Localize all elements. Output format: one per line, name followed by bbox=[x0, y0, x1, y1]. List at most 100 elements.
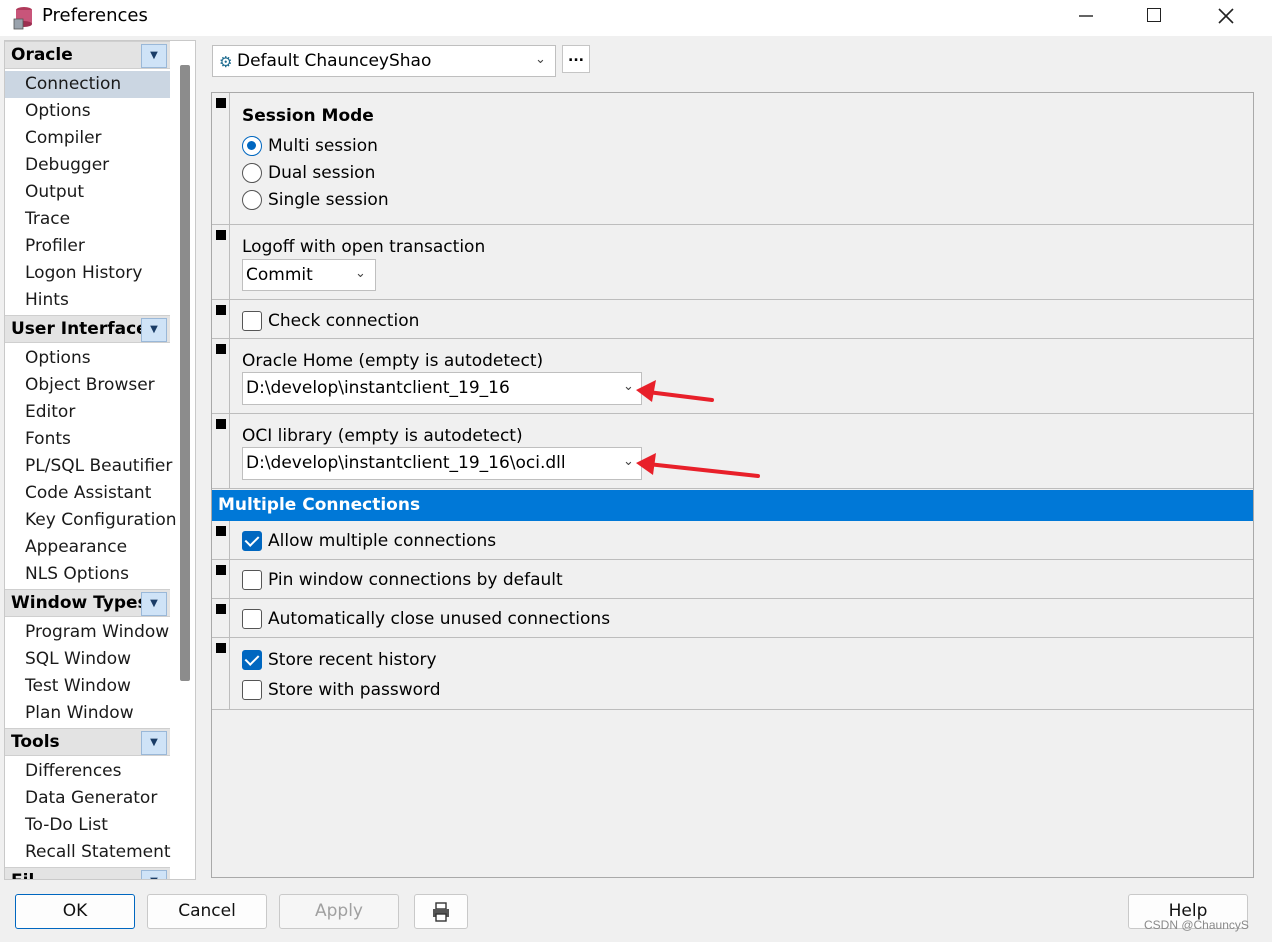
sidebar-item-todo-list[interactable]: To-Do List bbox=[5, 812, 170, 839]
logoff-select[interactable]: Commit ⌄ bbox=[242, 259, 376, 291]
checkbox-label: Store with password bbox=[268, 680, 441, 700]
logoff-label: Logoff with open transaction bbox=[242, 237, 486, 257]
oracle-home-value: D:\develop\instantclient_19_16 bbox=[246, 378, 510, 398]
collapse-icon[interactable]: ▼ bbox=[141, 44, 167, 68]
section-marker bbox=[216, 344, 226, 354]
sidebar-item-sql-window[interactable]: SQL Window bbox=[5, 646, 170, 673]
print-button[interactable] bbox=[414, 894, 468, 929]
sidebar-scrollbar[interactable] bbox=[180, 65, 190, 681]
sidebar-item-recall-statement[interactable]: Recall Statement bbox=[5, 839, 171, 866]
sidebar-item-test-window[interactable]: Test Window bbox=[5, 673, 170, 700]
section-marker bbox=[216, 419, 226, 429]
sidebar-item-key-configuration[interactable]: Key Configuration bbox=[5, 507, 177, 534]
annotation-arrow-icon bbox=[636, 380, 714, 402]
category-user-interface[interactable]: User Interface ▼ bbox=[5, 315, 170, 343]
apply-button[interactable]: Apply bbox=[279, 894, 399, 929]
radio-multi-session[interactable]: Multi session bbox=[242, 133, 378, 159]
sidebar-item-output[interactable]: Output bbox=[5, 179, 170, 206]
title-bar: Preferences bbox=[0, 0, 1272, 36]
oci-library-value: D:\develop\instantclient_19_16\oci.dll bbox=[246, 453, 566, 473]
auto-close-section: Automatically close unused connections bbox=[212, 599, 1253, 638]
checkbox-label: Automatically close unused connections bbox=[268, 609, 611, 629]
sidebar-item-data-generator[interactable]: Data Generator bbox=[5, 785, 170, 812]
sidebar-item-plan-window[interactable]: Plan Window bbox=[5, 700, 170, 727]
sidebar-item-nls-options[interactable]: NLS Options bbox=[5, 561, 170, 588]
close-icon bbox=[1218, 8, 1234, 24]
maximize-icon bbox=[1147, 8, 1161, 22]
checkbox-icon bbox=[242, 531, 262, 551]
sidebar-item-hints[interactable]: Hints bbox=[5, 287, 170, 314]
sidebar-item-compiler[interactable]: Compiler bbox=[5, 125, 170, 152]
section-marker bbox=[216, 305, 226, 315]
sidebar-item-appearance[interactable]: Appearance bbox=[5, 534, 170, 561]
cancel-button[interactable]: Cancel bbox=[147, 894, 267, 929]
oracle-home-combo[interactable]: D:\develop\instantclient_19_16 ⌄ bbox=[242, 372, 642, 405]
oci-library-label: OCI library (empty is autodetect) bbox=[242, 426, 523, 446]
category-label: Oracle bbox=[11, 45, 73, 65]
collapse-icon[interactable]: ▼ bbox=[141, 318, 167, 342]
category-tools[interactable]: Tools ▼ bbox=[5, 728, 170, 756]
watermark: CSDN @ChauncyS bbox=[1144, 918, 1249, 932]
sidebar-item-connection[interactable]: Connection bbox=[5, 71, 170, 98]
radio-icon bbox=[242, 163, 262, 183]
connection-icon: ⚙ bbox=[219, 53, 233, 71]
checkbox-icon bbox=[242, 680, 262, 700]
sidebar-item-plsql-beautifier[interactable]: PL/SQL Beautifier bbox=[5, 453, 172, 480]
section-marker bbox=[216, 565, 226, 575]
check-connection-section: Check connection bbox=[212, 300, 1253, 339]
oracle-home-section: Oracle Home (empty is autodetect) D:\dev… bbox=[212, 339, 1253, 414]
section-marker bbox=[216, 230, 226, 240]
sidebar-item-ui-options[interactable]: Options bbox=[5, 345, 170, 372]
category-label: User Interface bbox=[11, 319, 148, 339]
connection-select[interactable]: ⚙ Default ChaunceyShao ⌄ bbox=[212, 45, 556, 77]
sidebar-item-program-window[interactable]: Program Window bbox=[5, 619, 170, 646]
annotation-arrow-icon bbox=[636, 453, 760, 478]
sidebar-item-fonts[interactable]: Fonts bbox=[5, 426, 170, 453]
history-section: Store recent history Store with password bbox=[212, 638, 1253, 710]
sidebar-item-editor[interactable]: Editor bbox=[5, 399, 170, 426]
check-connection-checkbox[interactable]: Check connection bbox=[242, 308, 419, 334]
allow-multiple-section: Allow multiple connections bbox=[212, 521, 1253, 560]
sidebar-item-differences[interactable]: Differences bbox=[5, 758, 170, 785]
close-button[interactable] bbox=[1190, 0, 1262, 32]
sidebar-item-trace[interactable]: Trace bbox=[5, 206, 170, 233]
category-oracle[interactable]: Oracle ▼ bbox=[5, 41, 170, 69]
pin-window-checkbox[interactable]: Pin window connections by default bbox=[242, 567, 563, 593]
sidebar-item-profiler[interactable]: Profiler bbox=[5, 233, 170, 260]
auto-close-checkbox[interactable]: Automatically close unused connections bbox=[242, 606, 610, 632]
radio-icon bbox=[242, 190, 262, 210]
sidebar-item-code-assistant[interactable]: Code Assistant bbox=[5, 480, 170, 507]
radio-icon bbox=[242, 136, 262, 156]
collapse-icon[interactable]: ▼ bbox=[141, 870, 167, 879]
checkbox-label: Check connection bbox=[268, 311, 420, 331]
sidebar-item-options[interactable]: Options bbox=[5, 98, 170, 125]
pin-window-section: Pin window connections by default bbox=[212, 560, 1253, 599]
radio-dual-session[interactable]: Dual session bbox=[242, 160, 375, 186]
connection-more-button[interactable]: ... bbox=[562, 45, 590, 73]
category-files[interactable]: Fil ▼ bbox=[5, 867, 170, 879]
database-app-icon bbox=[13, 7, 32, 30]
window-title: Preferences bbox=[42, 5, 148, 26]
collapse-icon[interactable]: ▼ bbox=[141, 731, 167, 755]
sidebar-item-logon-history[interactable]: Logon History bbox=[5, 260, 170, 287]
collapse-icon[interactable]: ▼ bbox=[141, 592, 167, 616]
store-password-checkbox[interactable]: Store with password bbox=[242, 677, 441, 703]
category-window-types[interactable]: Window Types ▼ bbox=[5, 589, 170, 617]
oci-library-combo[interactable]: D:\develop\instantclient_19_16\oci.dll ⌄ bbox=[242, 447, 642, 480]
category-label: Fil bbox=[11, 871, 34, 879]
allow-multiple-checkbox[interactable]: Allow multiple connections bbox=[242, 528, 496, 554]
sidebar-item-debugger[interactable]: Debugger bbox=[5, 152, 170, 179]
checkbox-icon bbox=[242, 609, 262, 629]
oracle-home-label: Oracle Home (empty is autodetect) bbox=[242, 351, 544, 371]
sidebar-item-object-browser[interactable]: Object Browser bbox=[5, 372, 170, 399]
chevron-down-icon: ⌄ bbox=[535, 52, 546, 67]
maximize-button[interactable] bbox=[1118, 0, 1190, 32]
checkbox-label: Pin window connections by default bbox=[268, 570, 563, 590]
radio-single-session[interactable]: Single session bbox=[242, 187, 389, 213]
ok-button[interactable]: OK bbox=[15, 894, 135, 929]
category-label: Window Types bbox=[11, 593, 148, 613]
radio-label: Multi session bbox=[268, 136, 378, 156]
minimize-button[interactable] bbox=[1050, 0, 1122, 32]
checkbox-icon bbox=[242, 650, 262, 670]
store-history-checkbox[interactable]: Store recent history bbox=[242, 647, 437, 673]
